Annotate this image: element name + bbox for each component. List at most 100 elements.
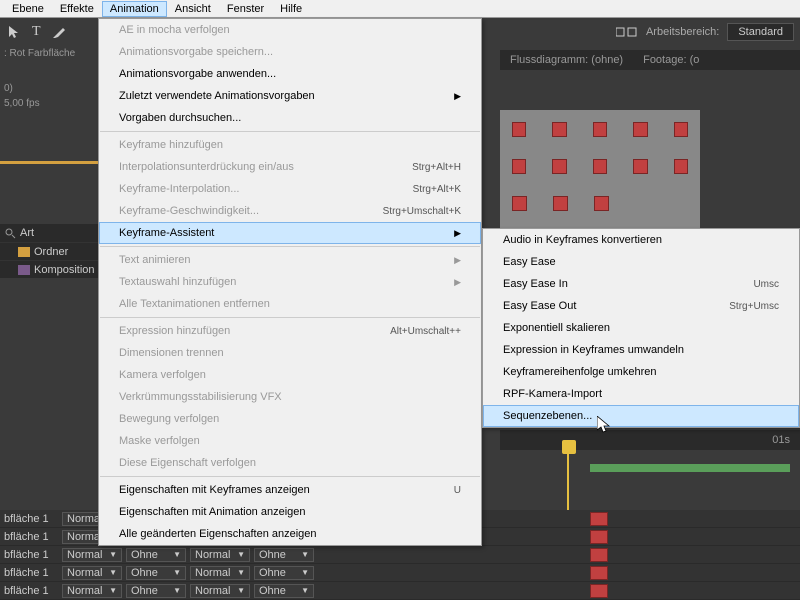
- menu-item-label: Dimensionen trennen: [119, 347, 224, 359]
- viewer-tabs: Flussdiagramm: (ohne) Footage: (o: [500, 50, 800, 70]
- blend-mode-select[interactable]: Normal▼: [62, 566, 122, 580]
- tab-flowchart[interactable]: Flussdiagramm: (ohne): [510, 54, 623, 66]
- time-ruler[interactable]: 01s: [500, 430, 800, 450]
- menu-shortcut: Strg+Umschalt+K: [383, 206, 461, 217]
- submenu-item[interactable]: Keyframereihenfolge umkehren: [483, 361, 799, 383]
- keyframe-assistent-submenu: Audio in Keyframes konvertieren Easy Ease…: [482, 228, 800, 428]
- work-area-bar[interactable]: [590, 464, 790, 472]
- menu-item: Alle Textanimationen entfernen: [99, 293, 481, 315]
- layer-bar[interactable]: [590, 548, 608, 562]
- menu-item-label: Diese Eigenschaft verfolgen: [119, 457, 256, 469]
- menu-shortcut: Umsc: [753, 279, 779, 290]
- submenu-item[interactable]: Easy Ease: [483, 251, 799, 273]
- text-tool-icon[interactable]: T: [32, 24, 41, 40]
- menu-item[interactable]: Animationsvorgabe anwenden...: [99, 63, 481, 85]
- solid-layer: [552, 122, 566, 137]
- track-matte-select[interactable]: Ohne▼: [254, 566, 314, 580]
- submenu-arrow-icon: ▶: [454, 91, 461, 102]
- menu-effekte[interactable]: Effekte: [52, 1, 102, 17]
- menu-item: Diese Eigenschaft verfolgen: [99, 452, 481, 474]
- menu-item[interactable]: Eigenschaften mit Animation anzeigen: [99, 501, 481, 523]
- menu-item: Bewegung verfolgen: [99, 408, 481, 430]
- current-time-indicator[interactable]: [562, 440, 576, 454]
- blend-mode-select[interactable]: Normal▼: [190, 584, 250, 598]
- menu-item[interactable]: Vorgaben durchsuchen...: [99, 107, 481, 129]
- project-title: : Rot Farbfläche: [0, 46, 100, 61]
- tab-footage[interactable]: Footage: (o: [643, 54, 699, 66]
- timeline-layer-row[interactable]: bfläche 1Normal▼Ohne▼Normal▼Ohne▼: [0, 564, 800, 582]
- submenu-item[interactable]: Expression in Keyframes umwandeln: [483, 339, 799, 361]
- track-matte-select[interactable]: Ohne▼: [126, 584, 186, 598]
- menu-animation[interactable]: Animation: [102, 1, 167, 17]
- layer-bar[interactable]: [590, 530, 608, 544]
- composition-viewer[interactable]: [500, 110, 700, 230]
- menu-item: Maske verfolgen: [99, 430, 481, 452]
- solid-layer: [553, 196, 568, 211]
- menu-item: Keyframe hinzufügen: [99, 134, 481, 156]
- row-label: Komposition: [34, 264, 95, 276]
- menu-item-label: Textauswahl hinzufügen: [119, 276, 236, 288]
- solid-layer: [512, 159, 526, 174]
- submenu-item-label: Easy Ease: [503, 256, 556, 268]
- track-matte-select[interactable]: Ohne▼: [126, 566, 186, 580]
- menu-item: Keyframe-Interpolation...Strg+Alt+K: [99, 178, 481, 200]
- menu-item[interactable]: Keyframe-Assistent▶: [99, 222, 481, 244]
- layer-bar[interactable]: [590, 566, 608, 580]
- ruler-mark: 01s: [772, 434, 790, 446]
- menu-item[interactable]: Eigenschaften mit Keyframes anzeigen U: [99, 479, 481, 501]
- menu-item-label: Kamera verfolgen: [119, 369, 206, 381]
- menu-ansicht[interactable]: Ansicht: [167, 1, 219, 17]
- menu-item-label: Zuletzt verwendete Animationsvorgaben: [119, 90, 315, 102]
- layer-name: bfläche 1: [0, 549, 60, 561]
- menu-fenster[interactable]: Fenster: [219, 1, 272, 17]
- folder-icon: [18, 247, 30, 257]
- menu-item: Text animieren▶: [99, 249, 481, 271]
- timeline-layer-row[interactable]: bfläche 1Normal▼Ohne▼Normal▼Ohne▼: [0, 582, 800, 600]
- menu-item: Animationsvorgabe speichern...: [99, 41, 481, 63]
- submenu-item-label: Expression in Keyframes umwandeln: [503, 344, 684, 356]
- submenu-item[interactable]: Audio in Keyframes konvertieren: [483, 229, 799, 251]
- layer-bar[interactable]: [590, 584, 608, 598]
- submenu-item[interactable]: Sequenzebenen...: [483, 405, 799, 427]
- row-label: Ordner: [34, 246, 68, 258]
- menu-item[interactable]: Alle geänderten Eigenschaften anzeigen: [99, 523, 481, 545]
- blend-mode-select[interactable]: Normal▼: [62, 548, 122, 562]
- track-matte-select[interactable]: Ohne▼: [254, 584, 314, 598]
- blend-mode-select[interactable]: Normal▼: [190, 566, 250, 580]
- snapping-icon[interactable]: [616, 26, 638, 38]
- menu-item-label: AE in mocha verfolgen: [119, 24, 230, 36]
- menu-hilfe[interactable]: Hilfe: [272, 1, 310, 17]
- menu-item: Kamera verfolgen: [99, 364, 481, 386]
- project-row-folder[interactable]: Ordner: [0, 242, 100, 260]
- submenu-arrow-icon: ▶: [454, 277, 461, 288]
- selection-tool-icon[interactable]: [6, 24, 22, 40]
- track-matte-select[interactable]: Ohne▼: [126, 548, 186, 562]
- workspace-selector[interactable]: Standard: [727, 23, 794, 41]
- menu-shortcut: Strg+Alt+H: [412, 162, 461, 173]
- solid-layer: [593, 159, 607, 174]
- project-row-comp[interactable]: Komposition: [0, 260, 100, 278]
- submenu-item[interactable]: Easy Ease OutStrg+Umsc: [483, 295, 799, 317]
- solid-layer: [512, 122, 526, 137]
- timeline-layer-row[interactable]: bfläche 1Normal▼Ohne▼Normal▼Ohne▼: [0, 546, 800, 564]
- submenu-item[interactable]: Exponentiell skalieren: [483, 317, 799, 339]
- blend-mode-select[interactable]: Normal▼: [190, 548, 250, 562]
- submenu-item[interactable]: RPF-Kamera-Import: [483, 383, 799, 405]
- track-matte-select[interactable]: Ohne▼: [254, 548, 314, 562]
- layer-bar[interactable]: [590, 512, 608, 526]
- menu-item: Verkrümmungsstabilisierung VFX: [99, 386, 481, 408]
- menu-item[interactable]: Zuletzt verwendete Animationsvorgaben ▶: [99, 85, 481, 107]
- menu-item-label: Eigenschaften mit Keyframes anzeigen: [119, 484, 310, 496]
- solid-layer: [512, 196, 527, 211]
- menu-item: Textauswahl hinzufügen ▶: [99, 271, 481, 293]
- project-column-header[interactable]: Art: [0, 224, 100, 242]
- menu-item-label: Keyframe hinzufügen: [119, 139, 223, 151]
- solid-layer: [552, 159, 566, 174]
- pen-tool-icon[interactable]: [51, 24, 67, 40]
- layer-name: bfläche 1: [0, 567, 60, 579]
- blend-mode-select[interactable]: Normal▼: [62, 584, 122, 598]
- submenu-item[interactable]: Easy Ease InUmsc: [483, 273, 799, 295]
- menu-shortcut: U: [454, 485, 461, 496]
- menubar: Ebene Effekte Animation Ansicht Fenster …: [0, 0, 800, 18]
- menu-ebene[interactable]: Ebene: [4, 1, 52, 17]
